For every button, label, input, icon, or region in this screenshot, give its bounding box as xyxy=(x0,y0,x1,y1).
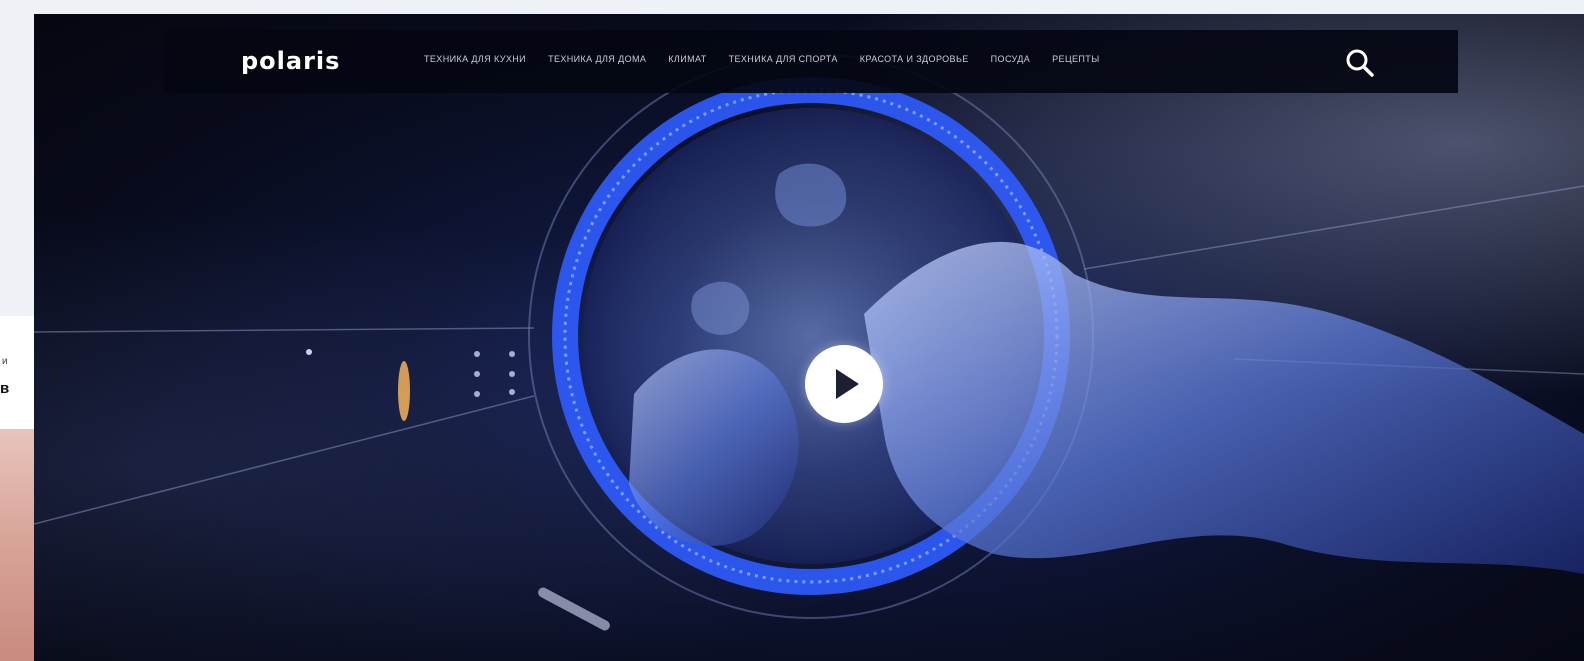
water-splash xyxy=(864,241,1584,574)
search-icon xyxy=(1346,49,1374,77)
top-navbar: polaris ТЕХНИКА ДЛЯ КУХНИ ТЕХНИКА ДЛЯ ДО… xyxy=(164,30,1458,93)
indicator-dot xyxy=(509,389,515,395)
indicator-dot xyxy=(474,391,480,397)
nav-item-sport[interactable]: ТЕХНИКА ДЛЯ СПОРТА xyxy=(729,54,838,64)
light-line xyxy=(34,395,535,525)
side-card-text-fragment: и xyxy=(2,356,8,367)
brand-logo[interactable]: polaris xyxy=(241,48,340,74)
indicator-dot xyxy=(509,351,515,357)
play-icon xyxy=(836,369,859,399)
light-streak xyxy=(538,587,610,631)
nav-item-beauty-health[interactable]: КРАСОТА И ЗДОРОВЬЕ xyxy=(860,54,969,64)
nav-item-home[interactable]: ТЕХНИКА ДЛЯ ДОМА xyxy=(548,54,646,64)
page: и в polaris ТЕХНИКА ДЛЯ КУХНИ ТЕХНИКА ДЛ… xyxy=(0,0,1584,661)
search-button[interactable] xyxy=(1344,47,1376,79)
water-bubble xyxy=(775,163,847,227)
side-card-image xyxy=(0,429,34,661)
light-line xyxy=(34,327,535,333)
side-card[interactable]: и в xyxy=(0,316,34,661)
nav-item-recipes[interactable]: РЕЦЕПТЫ xyxy=(1052,54,1099,64)
indicator-dot xyxy=(509,371,515,377)
side-card-price-fragment: в xyxy=(0,380,10,397)
nav-item-climate[interactable]: КЛИМАТ xyxy=(668,54,706,64)
nav-item-kitchen[interactable]: ТЕХНИКА ДЛЯ КУХНИ xyxy=(424,54,526,64)
nav-item-cookware[interactable]: ПОСУДА xyxy=(991,54,1030,64)
hero-illustration xyxy=(34,53,1584,631)
hero-video-banner[interactable] xyxy=(34,14,1584,661)
indicator-dot xyxy=(306,349,312,355)
indicator-dot xyxy=(474,371,480,377)
indicator-dot xyxy=(474,351,480,357)
play-button[interactable] xyxy=(805,345,883,423)
amber-light xyxy=(398,361,410,421)
light-line xyxy=(1083,185,1584,270)
main-menu: ТЕХНИКА ДЛЯ КУХНИ ТЕХНИКА ДЛЯ ДОМА КЛИМА… xyxy=(424,54,1100,64)
